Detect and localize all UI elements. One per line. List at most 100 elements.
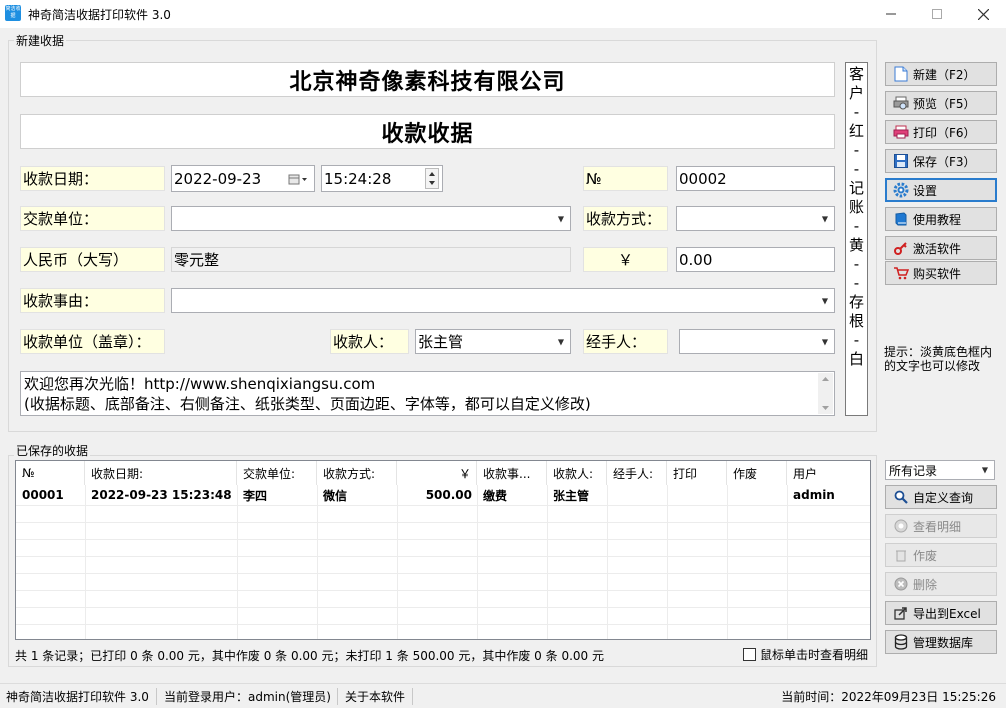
payer-combo[interactable]: ▼ [171,206,571,231]
save-button[interactable]: 保存（F3） [885,149,997,173]
minimize-button[interactable] [868,0,914,28]
bottom-note-textarea[interactable]: 欢迎您再次光临！http://www.shenqixiangsu.com (收据… [20,371,835,416]
side-note-char: - [853,331,860,349]
receipt-title[interactable]: 收款收据 [20,114,835,149]
activate-button-label: 激活软件 [913,241,962,256]
grid-lines [16,485,870,639]
about-link[interactable]: 关于本软件 [345,688,405,705]
method-combo[interactable]: ▼ [676,206,835,231]
trash-icon [893,547,909,563]
no-field[interactable]: 00002 [676,166,835,191]
saved-receipts-group-label: 已保存的收据 [14,442,91,459]
rmb-upper-label[interactable]: 人民币（大写） [20,247,165,272]
minimize-icon [886,13,896,15]
yen-label[interactable]: ￥ [583,247,668,272]
side-note-strip[interactable]: 客 户 - 红 - - 记 账 - 黄 - - 存 根 - 白 [845,62,868,416]
rmb-upper-field: 零元整 [171,247,571,272]
receiver-combo[interactable]: 张主管 ▼ [415,329,571,354]
delete-button[interactable]: 删除 [885,572,997,596]
status-separator [156,688,157,705]
side-note-char: - [853,217,860,235]
window-title: 神奇简洁收据打印软件 3.0 [28,8,171,22]
click-detail-checkbox[interactable]: 鼠标单击时查看明细 [743,646,868,663]
search-icon [893,489,909,505]
saved-receipts-grid[interactable]: № 收款日期: 交款单位: 收款方式: ￥ 收款事... 收款人: 经手人: 打… [15,460,871,640]
side-note-char: 白 [848,350,864,368]
save-button-label: 保存（F3） [913,154,976,169]
side-note-char: - [853,255,860,273]
company-title[interactable]: 北京神奇像素科技有限公司 [20,62,835,97]
stamp-label[interactable]: 收款单位（盖章）： [20,329,165,354]
manage-db-label: 管理数据库 [913,635,974,650]
time-value: 15:24:28 [324,169,392,188]
delete-label: 删除 [913,577,938,592]
time-spinner[interactable] [425,168,439,189]
chevron-down-icon: ▼ [981,465,988,475]
side-note-char: - [853,103,860,121]
settings-button[interactable]: 设置 [885,178,997,202]
manage-db-button[interactable]: 管理数据库 [885,630,997,654]
maximize-button[interactable] [914,0,960,28]
side-note-char: - [853,160,860,178]
side-note-char: 客 [848,65,864,83]
chevron-down-icon: ▼ [821,337,828,346]
preview-button-label: 预览（F5） [913,96,976,111]
status-separator [412,688,413,705]
chevron-down-icon: ▼ [557,337,564,346]
tutorial-button[interactable]: 使用教程 [885,207,997,231]
delete-icon [893,576,909,592]
reason-label[interactable]: 收款事由： [20,288,165,313]
floppy-disk-icon [893,153,909,169]
custom-query-button[interactable]: 自定义查询 [885,485,997,509]
close-button[interactable] [960,0,1006,28]
void-button[interactable]: 作废 [885,543,997,567]
status-user: 当前登录用户：admin(管理员) [164,690,331,704]
note-line-2: (收据标题、底部备注、右侧备注、纸张类型、页面边距、字体等，都可以自定义修改) [24,394,591,413]
new-button[interactable]: 新建（F2） [885,62,997,86]
settings-button-label: 设置 [913,183,938,198]
handler-label[interactable]: 经手人： [583,329,668,354]
side-note-char: 黄 [848,236,864,254]
preview-button[interactable]: 预览（F5） [885,91,997,115]
side-note-char: - [853,274,860,292]
side-note-char: 存 [848,293,864,311]
key-icon [893,240,909,256]
date-value: 2022-09-23 [174,169,262,188]
printer-icon [893,124,909,140]
note-scrollbar[interactable] [818,373,833,414]
note-line-1: 欢迎您再次光临！http://www.shenqixiangsu.com [24,374,376,393]
side-note-char: 记 [848,179,864,197]
reason-combo[interactable]: ▼ [171,288,835,313]
checkbox-box[interactable] [743,648,756,661]
side-note-char: 账 [848,198,864,216]
date-picker[interactable]: 2022-09-23 [171,165,315,192]
close-icon [977,8,989,20]
hint-text: 提示：淡黄底色框内的文字也可以修改 [884,345,993,373]
print-button-label: 打印（F6） [913,125,976,140]
click-detail-label: 鼠标单击时查看明细 [760,648,869,662]
date-label[interactable]: 收款日期： [20,166,165,191]
time-picker[interactable]: 15:24:28 [321,165,443,192]
status-app-name: 神奇简洁收据打印软件 3.0 [6,690,149,704]
side-note-char: 户 [848,84,864,102]
receiver-label[interactable]: 收款人： [330,329,409,354]
view-icon [893,518,909,534]
no-label[interactable]: № [583,166,668,191]
print-button[interactable]: 打印（F6） [885,120,997,144]
activate-button[interactable]: 激活软件 [885,236,997,260]
calendar-dropdown-icon[interactable] [288,172,308,190]
gear-icon [893,182,909,198]
payer-label[interactable]: 交款单位： [20,206,165,231]
view-detail-button[interactable]: 查看明细 [885,514,997,538]
buy-button[interactable]: 购买软件 [885,261,997,285]
export-excel-button[interactable]: 导出到Excel [885,601,997,625]
side-note-char: 红 [848,122,864,140]
handler-combo[interactable]: ▼ [679,329,835,354]
tutorial-button-label: 使用教程 [913,212,962,227]
spin-arrows-icon [429,172,435,185]
amount-field[interactable]: 0.00 [676,247,835,272]
status-bar: 神奇简洁收据打印软件 3.0 当前登录用户：admin(管理员) 关于本软件 当… [0,683,1006,708]
method-label[interactable]: 收款方式： [583,206,668,231]
summary-text: 共 1 条记录；已打印 0 条 0.00 元，其中作废 0 条 0.00 元；未… [15,649,604,663]
record-filter-select[interactable]: 所有记录 ▼ [885,460,995,480]
